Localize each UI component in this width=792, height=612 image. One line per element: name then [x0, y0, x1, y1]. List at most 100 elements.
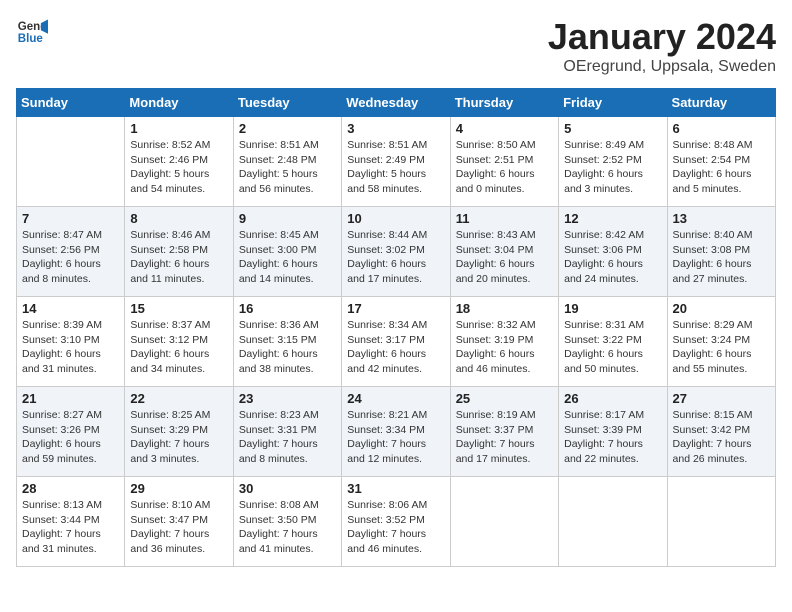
calendar-cell: 3Sunrise: 8:51 AMSunset: 2:49 PMDaylight…	[342, 117, 450, 207]
day-number: 13	[673, 211, 770, 226]
cell-content: Sunrise: 8:43 AMSunset: 3:04 PMDaylight:…	[456, 228, 553, 287]
day-number: 21	[22, 391, 119, 406]
calendar-header-row: SundayMondayTuesdayWednesdayThursdayFrid…	[17, 89, 776, 117]
day-number: 22	[130, 391, 227, 406]
calendar-week-row: 28 Sunrise: 8:13 AMSunset: 3:44 PMDayligh…	[17, 477, 776, 567]
calendar-cell: 24 Sunrise: 8:21 AMSunset: 3:34 PMDayligh…	[342, 387, 450, 477]
day-number: 23	[239, 391, 336, 406]
day-number: 19	[564, 301, 661, 316]
calendar-week-row: 21 Sunrise: 8:27 AMSunset: 3:26 PMDayligh…	[17, 387, 776, 477]
cell-content: Sunrise: 8:45 AMSunset: 3:00 PMDaylight:…	[239, 228, 336, 287]
calendar-cell: 25 Sunrise: 8:19 AMSunset: 3:37 PMDayligh…	[450, 387, 558, 477]
title-area: January 2024 OEregrund, Uppsala, Sweden	[548, 16, 776, 76]
header: General Blue January 2024 OEregrund, Upp…	[16, 16, 776, 76]
day-number: 10	[347, 211, 444, 226]
cell-content: Sunrise: 8:21 AMSunset: 3:34 PMDaylight:…	[347, 408, 444, 467]
calendar-cell	[667, 477, 775, 567]
cell-content: Sunrise: 8:39 AMSunset: 3:10 PMDaylight:…	[22, 318, 119, 377]
day-header: Thursday	[450, 89, 558, 117]
calendar-cell: 31 Sunrise: 8:06 AMSunset: 3:52 PMDayligh…	[342, 477, 450, 567]
calendar-cell	[559, 477, 667, 567]
cell-content: Sunrise: 8:23 AMSunset: 3:31 PMDaylight:…	[239, 408, 336, 467]
day-header: Wednesday	[342, 89, 450, 117]
calendar-cell: 28 Sunrise: 8:13 AMSunset: 3:44 PMDayligh…	[17, 477, 125, 567]
day-number: 25	[456, 391, 553, 406]
cell-content: Sunrise: 8:40 AMSunset: 3:08 PMDaylight:…	[673, 228, 770, 287]
calendar-cell: 20 Sunrise: 8:29 AMSunset: 3:24 PMDayligh…	[667, 297, 775, 387]
day-number: 28	[22, 481, 119, 496]
calendar-week-row: 14Sunrise: 8:39 AMSunset: 3:10 PMDayligh…	[17, 297, 776, 387]
calendar-cell: 16Sunrise: 8:36 AMSunset: 3:15 PMDayligh…	[233, 297, 341, 387]
day-header: Sunday	[17, 89, 125, 117]
day-number: 11	[456, 211, 553, 226]
calendar-cell: 7 Sunrise: 8:47 AMSunset: 2:56 PMDaylight…	[17, 207, 125, 297]
cell-content: Sunrise: 8:51 AMSunset: 2:48 PMDaylight:…	[239, 138, 336, 197]
day-number: 1	[130, 121, 227, 136]
calendar-cell: 9 Sunrise: 8:45 AMSunset: 3:00 PMDaylight…	[233, 207, 341, 297]
calendar-cell: 11 Sunrise: 8:43 AMSunset: 3:04 PMDayligh…	[450, 207, 558, 297]
cell-content: Sunrise: 8:32 AMSunset: 3:19 PMDaylight:…	[456, 318, 553, 377]
cell-content: Sunrise: 8:51 AMSunset: 2:49 PMDaylight:…	[347, 138, 444, 197]
day-number: 7	[22, 211, 119, 226]
calendar-cell: 17Sunrise: 8:34 AMSunset: 3:17 PMDayligh…	[342, 297, 450, 387]
calendar-cell: 8 Sunrise: 8:46 AMSunset: 2:58 PMDaylight…	[125, 207, 233, 297]
cell-content: Sunrise: 8:37 AMSunset: 3:12 PMDaylight:…	[130, 318, 227, 377]
day-number: 8	[130, 211, 227, 226]
day-header: Friday	[559, 89, 667, 117]
logo-icon: General Blue	[16, 16, 48, 48]
calendar-cell: 22 Sunrise: 8:25 AMSunset: 3:29 PMDayligh…	[125, 387, 233, 477]
logo: General Blue	[16, 16, 48, 48]
day-number: 31	[347, 481, 444, 496]
day-number: 4	[456, 121, 553, 136]
cell-content: Sunrise: 8:48 AMSunset: 2:54 PMDaylight:…	[673, 138, 770, 197]
calendar-cell	[450, 477, 558, 567]
cell-content: Sunrise: 8:27 AMSunset: 3:26 PMDaylight:…	[22, 408, 119, 467]
cell-content: Sunrise: 8:10 AMSunset: 3:47 PMDaylight:…	[130, 498, 227, 557]
calendar-week-row: 7 Sunrise: 8:47 AMSunset: 2:56 PMDaylight…	[17, 207, 776, 297]
day-number: 6	[673, 121, 770, 136]
day-number: 18	[456, 301, 553, 316]
cell-content: Sunrise: 8:52 AMSunset: 2:46 PMDaylight:…	[130, 138, 227, 197]
day-number: 20	[673, 301, 770, 316]
cell-content: Sunrise: 8:47 AMSunset: 2:56 PMDaylight:…	[22, 228, 119, 287]
calendar-week-row: 1 Sunrise: 8:52 AMSunset: 2:46 PMDaylight…	[17, 117, 776, 207]
cell-content: Sunrise: 8:46 AMSunset: 2:58 PMDaylight:…	[130, 228, 227, 287]
day-header: Saturday	[667, 89, 775, 117]
month-title: January 2024	[548, 16, 776, 58]
calendar-cell: 23 Sunrise: 8:23 AMSunset: 3:31 PMDayligh…	[233, 387, 341, 477]
cell-content: Sunrise: 8:19 AMSunset: 3:37 PMDaylight:…	[456, 408, 553, 467]
calendar-cell: 1 Sunrise: 8:52 AMSunset: 2:46 PMDaylight…	[125, 117, 233, 207]
calendar-cell: 15 Sunrise: 8:37 AMSunset: 3:12 PMDayligh…	[125, 297, 233, 387]
calendar-cell: 29 Sunrise: 8:10 AMSunset: 3:47 PMDayligh…	[125, 477, 233, 567]
cell-content: Sunrise: 8:34 AMSunset: 3:17 PMDaylight:…	[347, 318, 444, 377]
calendar-cell: 5 Sunrise: 8:49 AMSunset: 2:52 PMDaylight…	[559, 117, 667, 207]
day-number: 29	[130, 481, 227, 496]
location-title: OEregrund, Uppsala, Sweden	[548, 58, 776, 76]
calendar-cell: 21 Sunrise: 8:27 AMSunset: 3:26 PMDayligh…	[17, 387, 125, 477]
cell-content: Sunrise: 8:17 AMSunset: 3:39 PMDaylight:…	[564, 408, 661, 467]
calendar-cell: 26Sunrise: 8:17 AMSunset: 3:39 PMDayligh…	[559, 387, 667, 477]
calendar-cell: 19 Sunrise: 8:31 AMSunset: 3:22 PMDayligh…	[559, 297, 667, 387]
cell-content: Sunrise: 8:15 AMSunset: 3:42 PMDaylight:…	[673, 408, 770, 467]
cell-content: Sunrise: 8:31 AMSunset: 3:22 PMDaylight:…	[564, 318, 661, 377]
calendar-cell: 27Sunrise: 8:15 AMSunset: 3:42 PMDayligh…	[667, 387, 775, 477]
day-number: 9	[239, 211, 336, 226]
cell-content: Sunrise: 8:36 AMSunset: 3:15 PMDaylight:…	[239, 318, 336, 377]
calendar-table: SundayMondayTuesdayWednesdayThursdayFrid…	[16, 88, 776, 567]
day-number: 5	[564, 121, 661, 136]
calendar-cell	[17, 117, 125, 207]
cell-content: Sunrise: 8:29 AMSunset: 3:24 PMDaylight:…	[673, 318, 770, 377]
cell-content: Sunrise: 8:50 AMSunset: 2:51 PMDaylight:…	[456, 138, 553, 197]
day-number: 15	[130, 301, 227, 316]
day-number: 24	[347, 391, 444, 406]
calendar-cell: 4 Sunrise: 8:50 AMSunset: 2:51 PMDaylight…	[450, 117, 558, 207]
calendar-cell: 12Sunrise: 8:42 AMSunset: 3:06 PMDayligh…	[559, 207, 667, 297]
day-header: Monday	[125, 89, 233, 117]
cell-content: Sunrise: 8:13 AMSunset: 3:44 PMDaylight:…	[22, 498, 119, 557]
cell-content: Sunrise: 8:06 AMSunset: 3:52 PMDaylight:…	[347, 498, 444, 557]
day-number: 12	[564, 211, 661, 226]
calendar-cell: 13 Sunrise: 8:40 AMSunset: 3:08 PMDayligh…	[667, 207, 775, 297]
cell-content: Sunrise: 8:44 AMSunset: 3:02 PMDaylight:…	[347, 228, 444, 287]
cell-content: Sunrise: 8:25 AMSunset: 3:29 PMDaylight:…	[130, 408, 227, 467]
cell-content: Sunrise: 8:49 AMSunset: 2:52 PMDaylight:…	[564, 138, 661, 197]
